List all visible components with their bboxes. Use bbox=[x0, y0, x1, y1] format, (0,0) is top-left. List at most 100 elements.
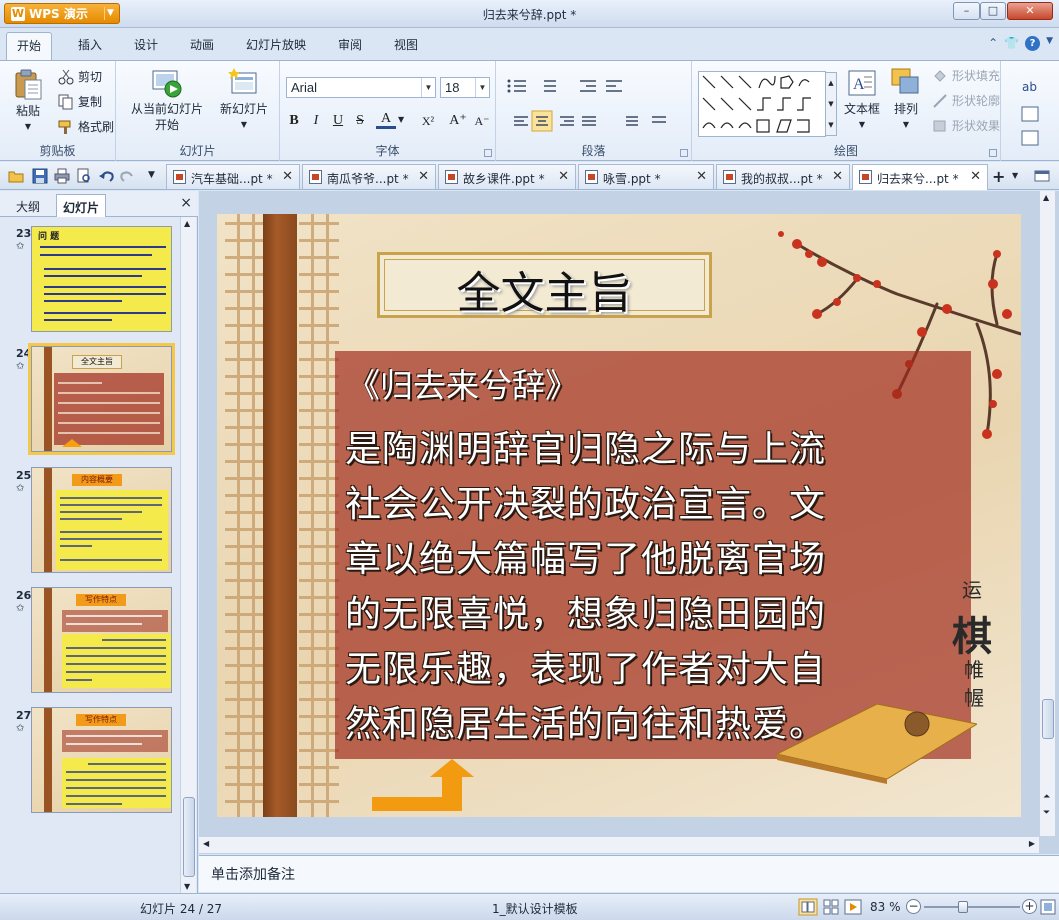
close-icon[interactable]: ✕ bbox=[970, 169, 981, 184]
tab-slideshow[interactable]: 幻灯片放映 bbox=[246, 36, 306, 53]
new-slide-button[interactable]: 新幻灯片 ▼ bbox=[214, 67, 274, 133]
tab-slides[interactable]: 幻灯片 bbox=[56, 194, 107, 217]
shape-effect-button[interactable]: 形状效果 bbox=[932, 117, 1000, 134]
arrange-button[interactable]: 排列 ▼ bbox=[888, 67, 924, 133]
doc-tab[interactable]: 我的叔叔...pt * ✕ bbox=[716, 164, 850, 189]
notes-pane[interactable]: 单击添加备注 bbox=[199, 855, 1059, 892]
play-from-current-button[interactable]: 从当前幻灯片 开始 bbox=[128, 67, 206, 133]
scroll-down-icon[interactable]: ▼ bbox=[184, 882, 190, 891]
paste-button[interactable]: 粘贴 ▼ bbox=[8, 69, 48, 135]
quick-access-dropdown-icon[interactable]: ▼ bbox=[148, 170, 155, 180]
thumbnails-scrollbar[interactable]: ▲ ▼ bbox=[180, 217, 196, 893]
tab-design[interactable]: 设计 bbox=[134, 36, 158, 53]
undo-icon[interactable] bbox=[98, 168, 114, 184]
dialog-launcher-icon[interactable] bbox=[989, 149, 997, 157]
close-icon[interactable]: ✕ bbox=[696, 169, 707, 184]
dialog-launcher-icon[interactable] bbox=[680, 149, 688, 157]
chevron-down-icon[interactable]: ▼ bbox=[1046, 36, 1053, 51]
doc-tab-active[interactable]: 归去来兮...pt * ✕ bbox=[852, 164, 988, 190]
save-icon[interactable] bbox=[32, 168, 48, 184]
zoom-slider-thumb[interactable] bbox=[958, 901, 968, 913]
doc-tab[interactable]: 南瓜爷爷...pt * ✕ bbox=[302, 164, 436, 189]
slide-editor[interactable]: 全文主旨 运 棋 帷 幄 《归去来兮辞》 是陶渊明辞官归隐之际与上流 社会公开决… bbox=[199, 191, 1059, 854]
slide-title[interactable]: 全文主旨 bbox=[380, 257, 709, 321]
tab-review[interactable]: 审阅 bbox=[338, 36, 362, 53]
scrollbar-thumb[interactable] bbox=[183, 797, 195, 877]
tab-animation[interactable]: 动画 bbox=[190, 36, 214, 53]
close-icon[interactable]: ✕ bbox=[282, 169, 293, 184]
strikethrough-button[interactable]: S bbox=[350, 111, 370, 131]
tab-view[interactable]: 视图 bbox=[394, 36, 418, 53]
redo-icon[interactable] bbox=[120, 168, 136, 184]
window-list-icon[interactable] bbox=[1034, 168, 1050, 184]
zoom-slider[interactable] bbox=[924, 906, 1020, 908]
doc-tab[interactable]: 汽车基础...pt * ✕ bbox=[166, 164, 300, 189]
slide-thumbnail[interactable]: 内容概要 bbox=[31, 467, 172, 573]
slide-body-text[interactable]: 是陶渊明辞官归隐之际与上流 社会公开决裂的政治宣言。文 章以绝大篇幅写了他脱离官… bbox=[345, 422, 925, 752]
grow-font-button[interactable]: A⁺ bbox=[448, 111, 468, 131]
close-icon[interactable]: ✕ bbox=[558, 169, 569, 184]
gallery-scroll[interactable]: ▲ ▼ ▼ bbox=[825, 72, 837, 136]
return-arrow-button[interactable] bbox=[372, 759, 482, 811]
more-tools[interactable]: ab bbox=[1004, 67, 1056, 159]
close-icon[interactable]: × bbox=[180, 195, 192, 211]
slide-sorter-icon[interactable] bbox=[822, 898, 840, 916]
cut-button[interactable]: 剪切 bbox=[58, 68, 102, 85]
underline-button[interactable]: U bbox=[328, 111, 348, 131]
open-folder-icon[interactable] bbox=[8, 168, 24, 184]
scroll-right-icon[interactable]: ▶ bbox=[1029, 839, 1035, 848]
font-family-combo[interactable]: Arial ▼ bbox=[286, 77, 436, 98]
maximize-button[interactable]: □ bbox=[980, 2, 1006, 20]
chevron-down-icon[interactable]: ▼ bbox=[1012, 171, 1018, 180]
paragraph-tools-icon[interactable] bbox=[504, 75, 684, 145]
slide-thumbnail-selected[interactable]: 全文主旨 bbox=[28, 343, 175, 455]
tab-outline[interactable]: 大纲 bbox=[10, 194, 46, 217]
superscript-button[interactable]: X² bbox=[418, 111, 438, 131]
dialog-launcher-icon[interactable] bbox=[484, 149, 492, 157]
font-size-combo[interactable]: 18 ▼ bbox=[440, 77, 490, 98]
zoom-out-icon[interactable]: − bbox=[906, 899, 921, 914]
scroll-up-icon[interactable]: ▲ bbox=[1043, 193, 1049, 202]
print-icon[interactable] bbox=[54, 168, 70, 184]
close-button[interactable]: ✕ bbox=[1007, 2, 1053, 20]
close-icon[interactable]: ✕ bbox=[418, 169, 429, 184]
normal-view-icon[interactable] bbox=[798, 898, 818, 916]
font-color-button[interactable]: A bbox=[376, 109, 396, 129]
new-tab-icon[interactable]: + bbox=[992, 167, 1005, 186]
format-painter-button[interactable]: 格式刷 bbox=[58, 118, 114, 135]
slide-subtitle[interactable]: 《归去来兮辞》 bbox=[347, 359, 578, 407]
chevron-down-icon[interactable]: ▼ bbox=[475, 78, 489, 97]
zoom-in-icon[interactable]: + bbox=[1022, 899, 1037, 914]
help-icon[interactable]: ? bbox=[1025, 36, 1041, 51]
scroll-left-icon[interactable]: ◀ bbox=[203, 839, 209, 848]
shape-fill-button[interactable]: 形状填充 bbox=[932, 67, 1000, 84]
chevron-down-icon[interactable]: ▼ bbox=[421, 78, 435, 97]
slide-thumbnail[interactable]: 写作特点 bbox=[31, 707, 172, 813]
close-icon[interactable]: ✕ bbox=[832, 169, 843, 184]
tab-home[interactable]: 开始 bbox=[6, 32, 53, 60]
print-preview-icon[interactable] bbox=[76, 168, 92, 184]
italic-button[interactable]: I bbox=[306, 111, 326, 131]
previous-slide-icon[interactable]: ⏶ bbox=[1043, 792, 1050, 802]
slide-canvas[interactable]: 全文主旨 运 棋 帷 幄 《归去来兮辞》 是陶渊明辞官归隐之际与上流 社会公开决… bbox=[217, 214, 1021, 817]
tab-insert[interactable]: 插入 bbox=[78, 36, 102, 53]
bold-button[interactable]: B bbox=[284, 111, 304, 131]
slide-thumbnail[interactable]: 写作特点 bbox=[31, 587, 172, 693]
fit-to-window-icon[interactable] bbox=[1040, 899, 1056, 915]
shapes-gallery[interactable]: ▲ ▼ ▼ bbox=[698, 71, 837, 137]
minimize-button[interactable]: – bbox=[953, 2, 980, 20]
doc-tab[interactable]: 咏雪.ppt * ✕ bbox=[578, 164, 714, 189]
skin-icon[interactable]: 👕 bbox=[1004, 36, 1019, 51]
slide-thumbnail[interactable]: 问 题 bbox=[31, 226, 172, 332]
copy-button[interactable]: 复制 bbox=[58, 93, 102, 110]
chevron-down-icon[interactable]: ▼ bbox=[398, 115, 404, 124]
textbox-button[interactable]: A 文本框 ▼ bbox=[840, 67, 884, 133]
slideshow-icon[interactable] bbox=[844, 898, 862, 916]
scrollbar-thumb[interactable] bbox=[1042, 699, 1054, 739]
next-slide-icon[interactable]: ⏷ bbox=[1043, 808, 1050, 818]
shrink-font-button[interactable]: A⁻ bbox=[472, 111, 492, 131]
collapse-ribbon-icon[interactable]: ⌃ bbox=[988, 36, 998, 51]
slide-scrollbar[interactable]: ▲ ⏶ ⏷ bbox=[1039, 191, 1055, 836]
doc-tab[interactable]: 故乡课件.ppt * ✕ bbox=[438, 164, 576, 189]
horizontal-scrollbar[interactable]: ◀ ▶ bbox=[199, 836, 1039, 853]
